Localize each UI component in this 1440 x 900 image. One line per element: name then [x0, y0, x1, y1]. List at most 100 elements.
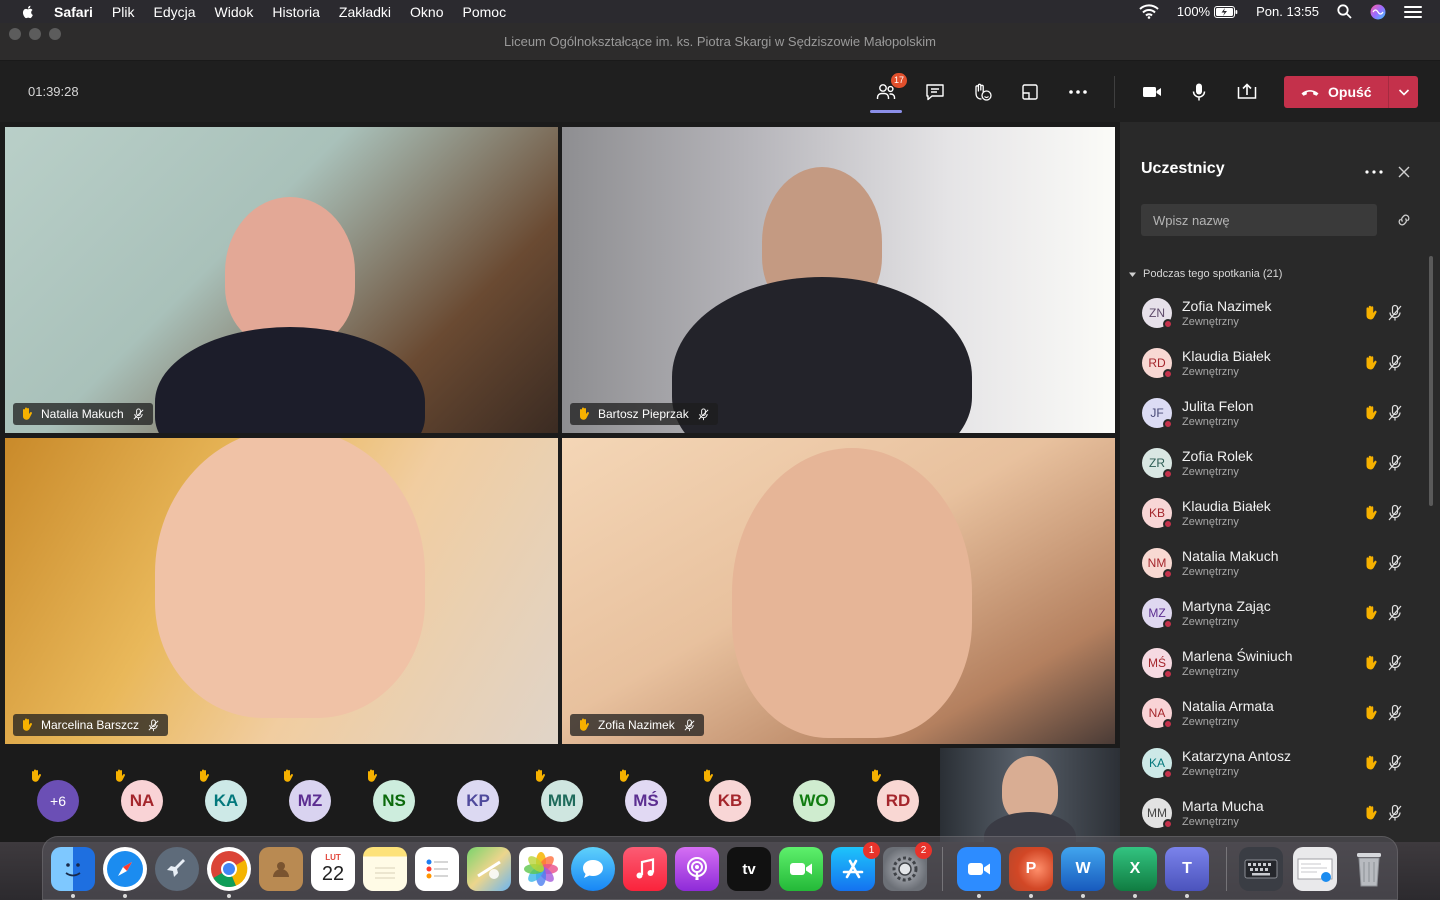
safari-icon[interactable]: [103, 847, 147, 891]
running-indicator: [1185, 894, 1189, 898]
leave-meeting-button[interactable]: Opuść: [1284, 76, 1418, 108]
participant-avatar[interactable]: NA: [121, 780, 163, 822]
participant-avatar[interactable]: KP: [457, 780, 499, 822]
participant-row[interactable]: ZN Zofia Nazimek Zewnętrzny: [1120, 292, 1420, 342]
wifi-icon[interactable]: [1139, 4, 1159, 19]
system-preferences-icon[interactable]: 2: [883, 842, 932, 891]
notes-icon[interactable]: [363, 847, 407, 891]
participants-button[interactable]: 17: [873, 73, 907, 105]
music-icon[interactable]: [623, 847, 667, 891]
participant-row[interactable]: KA Katarzyna Antosz Zewnętrzny: [1120, 742, 1420, 792]
view-layout-button[interactable]: [1017, 79, 1043, 105]
microphone-toggle-button[interactable]: [1186, 79, 1212, 105]
participant-avatar[interactable]: MZ: [289, 780, 331, 822]
apple-logo-icon[interactable]: [20, 4, 36, 20]
powerpoint-icon[interactable]: P: [1009, 847, 1053, 891]
window-close-button[interactable]: [9, 28, 21, 40]
video-tile[interactable]: Zofia Nazimek: [562, 438, 1115, 744]
zoom-icon[interactable]: [957, 847, 1001, 891]
menu-app-name[interactable]: Safari: [54, 4, 93, 20]
launchpad-icon[interactable]: [155, 847, 199, 891]
video-tile[interactable]: Bartosz Pieprzak: [562, 127, 1115, 433]
mic-muted-icon[interactable]: [1386, 404, 1404, 422]
participant-row[interactable]: KB Klaudia Białek Zewnętrzny: [1120, 492, 1420, 542]
calendar-icon[interactable]: LUT 22: [311, 847, 355, 891]
participant-row[interactable]: RD Klaudia Białek Zewnętrzny: [1120, 342, 1420, 392]
share-screen-button[interactable]: [1234, 79, 1260, 105]
video-tile[interactable]: Natalia Makuch: [5, 127, 558, 433]
participant-name: Zofia Rolek: [1182, 448, 1253, 464]
chat-button[interactable]: [922, 79, 948, 105]
menu-item-window[interactable]: Okno: [410, 4, 443, 20]
menu-item-help[interactable]: Pomoc: [463, 4, 507, 20]
share-invite-link-icon[interactable]: [1396, 212, 1412, 228]
participant-avatar[interactable]: KA: [205, 780, 247, 822]
messages-icon[interactable]: [571, 847, 615, 891]
video-tile[interactable]: Marcelina Barszcz: [5, 438, 558, 744]
chevron-down-icon[interactable]: [1396, 84, 1412, 100]
mic-muted-icon[interactable]: [1386, 454, 1404, 472]
trash-icon[interactable]: [1347, 847, 1391, 891]
maps-icon[interactable]: [467, 847, 511, 891]
contacts-icon[interactable]: [259, 847, 303, 891]
mic-muted-icon[interactable]: [1386, 704, 1404, 722]
window-zoom-button[interactable]: [49, 28, 61, 40]
keyboard-viewer-icon[interactable]: [1239, 847, 1283, 891]
mic-muted-icon[interactable]: [1386, 554, 1404, 572]
participant-search-input[interactable]: [1141, 204, 1377, 236]
in-meeting-section-header[interactable]: Podczas tego spotkania (21): [1128, 268, 1282, 280]
participant-avatar[interactable]: RD: [877, 780, 919, 822]
menu-item-file[interactable]: Plik: [112, 4, 135, 20]
finder-icon[interactable]: [51, 847, 95, 891]
mic-muted-icon[interactable]: [1386, 804, 1404, 822]
menu-item-history[interactable]: Historia: [272, 4, 319, 20]
mic-muted-icon[interactable]: [1386, 654, 1404, 672]
participant-row[interactable]: ZR Zofia Rolek Zewnętrzny: [1120, 442, 1420, 492]
participant-row[interactable]: MŚ Marlena Świniuch Zewnętrzny: [1120, 642, 1420, 692]
photos-icon[interactable]: [519, 847, 563, 891]
menu-item-edit[interactable]: Edycja: [153, 4, 195, 20]
apple-tv-icon[interactable]: tv: [727, 847, 771, 891]
facetime-icon[interactable]: [779, 847, 823, 891]
mic-muted-icon[interactable]: [1386, 754, 1404, 772]
participant-avatar[interactable]: MM: [541, 780, 583, 822]
menu-item-view[interactable]: Widok: [215, 4, 254, 20]
participant-row[interactable]: MZ Martyna Zając Zewnętrzny: [1120, 592, 1420, 642]
mic-muted-icon[interactable]: [1386, 504, 1404, 522]
podcasts-icon[interactable]: [675, 847, 719, 891]
teams-icon[interactable]: T: [1165, 847, 1209, 891]
participants-scrollbar[interactable]: [1429, 256, 1433, 506]
mic-muted-icon[interactable]: [1386, 604, 1404, 622]
word-icon[interactable]: W: [1061, 847, 1105, 891]
self-view-video[interactable]: [940, 748, 1120, 842]
reactions-button[interactable]: [969, 79, 995, 105]
more-participants-button[interactable]: +6: [37, 780, 79, 822]
menu-item-bookmarks[interactable]: Zakładki: [339, 4, 391, 20]
excel-icon[interactable]: X: [1113, 847, 1157, 891]
participant-avatar[interactable]: WO: [793, 780, 835, 822]
participant-row[interactable]: NA Natalia Armata Zewnętrzny: [1120, 692, 1420, 742]
mic-muted-icon[interactable]: [1386, 354, 1404, 372]
participant-row[interactable]: JF Julita Felon Zewnętrzny: [1120, 392, 1420, 442]
chrome-icon[interactable]: [207, 847, 251, 891]
participant-avatar[interactable]: NS: [373, 780, 415, 822]
preview-window-icon[interactable]: [1293, 847, 1337, 891]
camera-toggle-button[interactable]: [1139, 79, 1165, 105]
reminders-icon[interactable]: [415, 847, 459, 891]
battery-charging-icon[interactable]: [1214, 5, 1238, 18]
ellipsis-icon[interactable]: [1363, 162, 1385, 182]
participant-avatar[interactable]: KB: [709, 780, 751, 822]
mic-muted-icon[interactable]: [1386, 304, 1404, 322]
app-store-icon[interactable]: 1: [831, 842, 880, 891]
spotlight-search-icon[interactable]: [1337, 4, 1352, 19]
more-actions-button[interactable]: [1065, 79, 1091, 105]
close-icon[interactable]: [1396, 164, 1412, 180]
menubar-clock[interactable]: Pon. 13:55: [1256, 4, 1319, 19]
participant-avatar[interactable]: MŚ: [625, 780, 667, 822]
control-center-icon[interactable]: [1404, 5, 1422, 19]
participant-row[interactable]: MM Marta Mucha Zewnętrzny: [1120, 792, 1420, 842]
participant-row[interactable]: NM Natalia Makuch Zewnętrzny: [1120, 542, 1420, 592]
siri-icon[interactable]: [1370, 4, 1386, 20]
participant-name: Martyna Zając: [1182, 598, 1271, 614]
window-minimize-button[interactable]: [29, 28, 41, 40]
